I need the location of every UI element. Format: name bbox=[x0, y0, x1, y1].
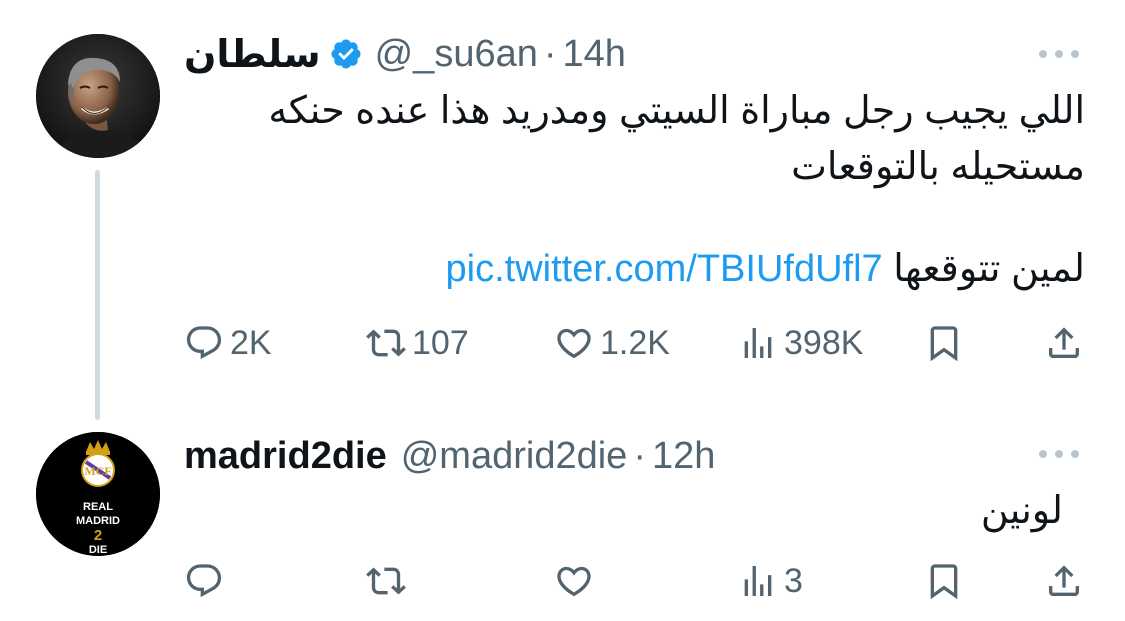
share-icon bbox=[1044, 323, 1084, 363]
like-button[interactable] bbox=[554, 556, 594, 606]
handle[interactable]: @_su6an bbox=[375, 33, 538, 76]
more-icon[interactable] bbox=[1039, 48, 1079, 60]
views-button[interactable]: 398K bbox=[738, 318, 863, 368]
timestamp[interactable]: 12h bbox=[652, 435, 715, 478]
tweet-text-line: لونين bbox=[980, 490, 1063, 532]
views-button[interactable]: 3 bbox=[738, 556, 803, 606]
logo-text: REAL bbox=[83, 501, 113, 513]
display-name[interactable]: سلطان bbox=[184, 32, 321, 77]
reply-button[interactable]: 2K bbox=[184, 318, 272, 368]
bookmark-button[interactable] bbox=[924, 556, 964, 606]
tweet-text-line: لمين تتوقعها pic.twitter.com/TBIUfdUfl7 bbox=[446, 240, 1085, 298]
tweet-header: madrid2die @madrid2die · 12h bbox=[184, 432, 715, 480]
like-icon bbox=[554, 561, 594, 601]
share-button[interactable] bbox=[1044, 556, 1084, 606]
views-icon bbox=[738, 561, 778, 601]
handle[interactable]: @madrid2die bbox=[401, 435, 628, 478]
svg-text:MCF: MCF bbox=[84, 464, 111, 478]
reply-button[interactable] bbox=[184, 556, 224, 606]
retweet-button[interactable]: 107 bbox=[366, 318, 469, 368]
avatar[interactable]: MCF REAL MADRID 2 DIE bbox=[36, 432, 160, 556]
bookmark-icon bbox=[924, 561, 964, 601]
share-icon bbox=[1044, 561, 1084, 601]
logo-text: DIE bbox=[89, 544, 107, 556]
like-button[interactable]: 1.2K bbox=[554, 318, 670, 368]
tweet-text-prefix: لمين تتوقعها bbox=[893, 248, 1085, 290]
views-count: 3 bbox=[784, 561, 803, 600]
avatar-photo bbox=[36, 34, 160, 158]
thread-connector-line bbox=[95, 170, 100, 420]
reply-icon bbox=[184, 323, 224, 363]
tweet[interactable]: MCF REAL MADRID 2 DIE madrid2die @madrid… bbox=[0, 418, 1125, 621]
separator-dot: · bbox=[633, 434, 646, 477]
views-count: 398K bbox=[784, 323, 864, 362]
reply-icon bbox=[184, 561, 224, 601]
retweet-icon bbox=[366, 323, 406, 363]
media-link[interactable]: pic.twitter.com/TBIUfdUfl7 bbox=[446, 248, 883, 290]
reply-count: 2K bbox=[230, 323, 272, 362]
tweet[interactable]: سلطان @_su6an · 14h اللي يجيب رجل مباراة… bbox=[0, 0, 1125, 420]
bookmark-button[interactable] bbox=[924, 318, 964, 368]
retweet-button[interactable] bbox=[366, 556, 406, 606]
like-count: 1.2K bbox=[600, 323, 670, 362]
bookmark-icon bbox=[924, 323, 964, 363]
views-icon bbox=[738, 323, 778, 363]
action-bar: 3 bbox=[184, 556, 1084, 606]
timestamp[interactable]: 14h bbox=[563, 33, 626, 76]
verified-badge-icon bbox=[329, 37, 363, 71]
separator-dot: · bbox=[543, 32, 557, 75]
club-logo-avatar: MCF REAL MADRID 2 DIE bbox=[36, 432, 160, 556]
retweet-count: 107 bbox=[412, 323, 469, 362]
logo-text: MADRID bbox=[76, 515, 120, 527]
display-name[interactable]: madrid2die bbox=[184, 435, 387, 478]
share-button[interactable] bbox=[1044, 318, 1084, 368]
avatar[interactable] bbox=[36, 34, 160, 158]
like-icon bbox=[554, 323, 594, 363]
retweet-icon bbox=[366, 561, 406, 601]
tweet-header: سلطان @_su6an · 14h bbox=[184, 30, 626, 78]
action-bar: 2K 107 1.2K 398K bbox=[184, 318, 1084, 368]
tweet-text-line: مستحيله بالتوقعات bbox=[791, 146, 1085, 188]
tweet-text-line: اللي يجيب رجل مباراة السيتي ومدريد هذا ع… bbox=[268, 90, 1085, 132]
logo-text: 2 bbox=[94, 527, 102, 544]
more-icon[interactable] bbox=[1039, 448, 1079, 460]
